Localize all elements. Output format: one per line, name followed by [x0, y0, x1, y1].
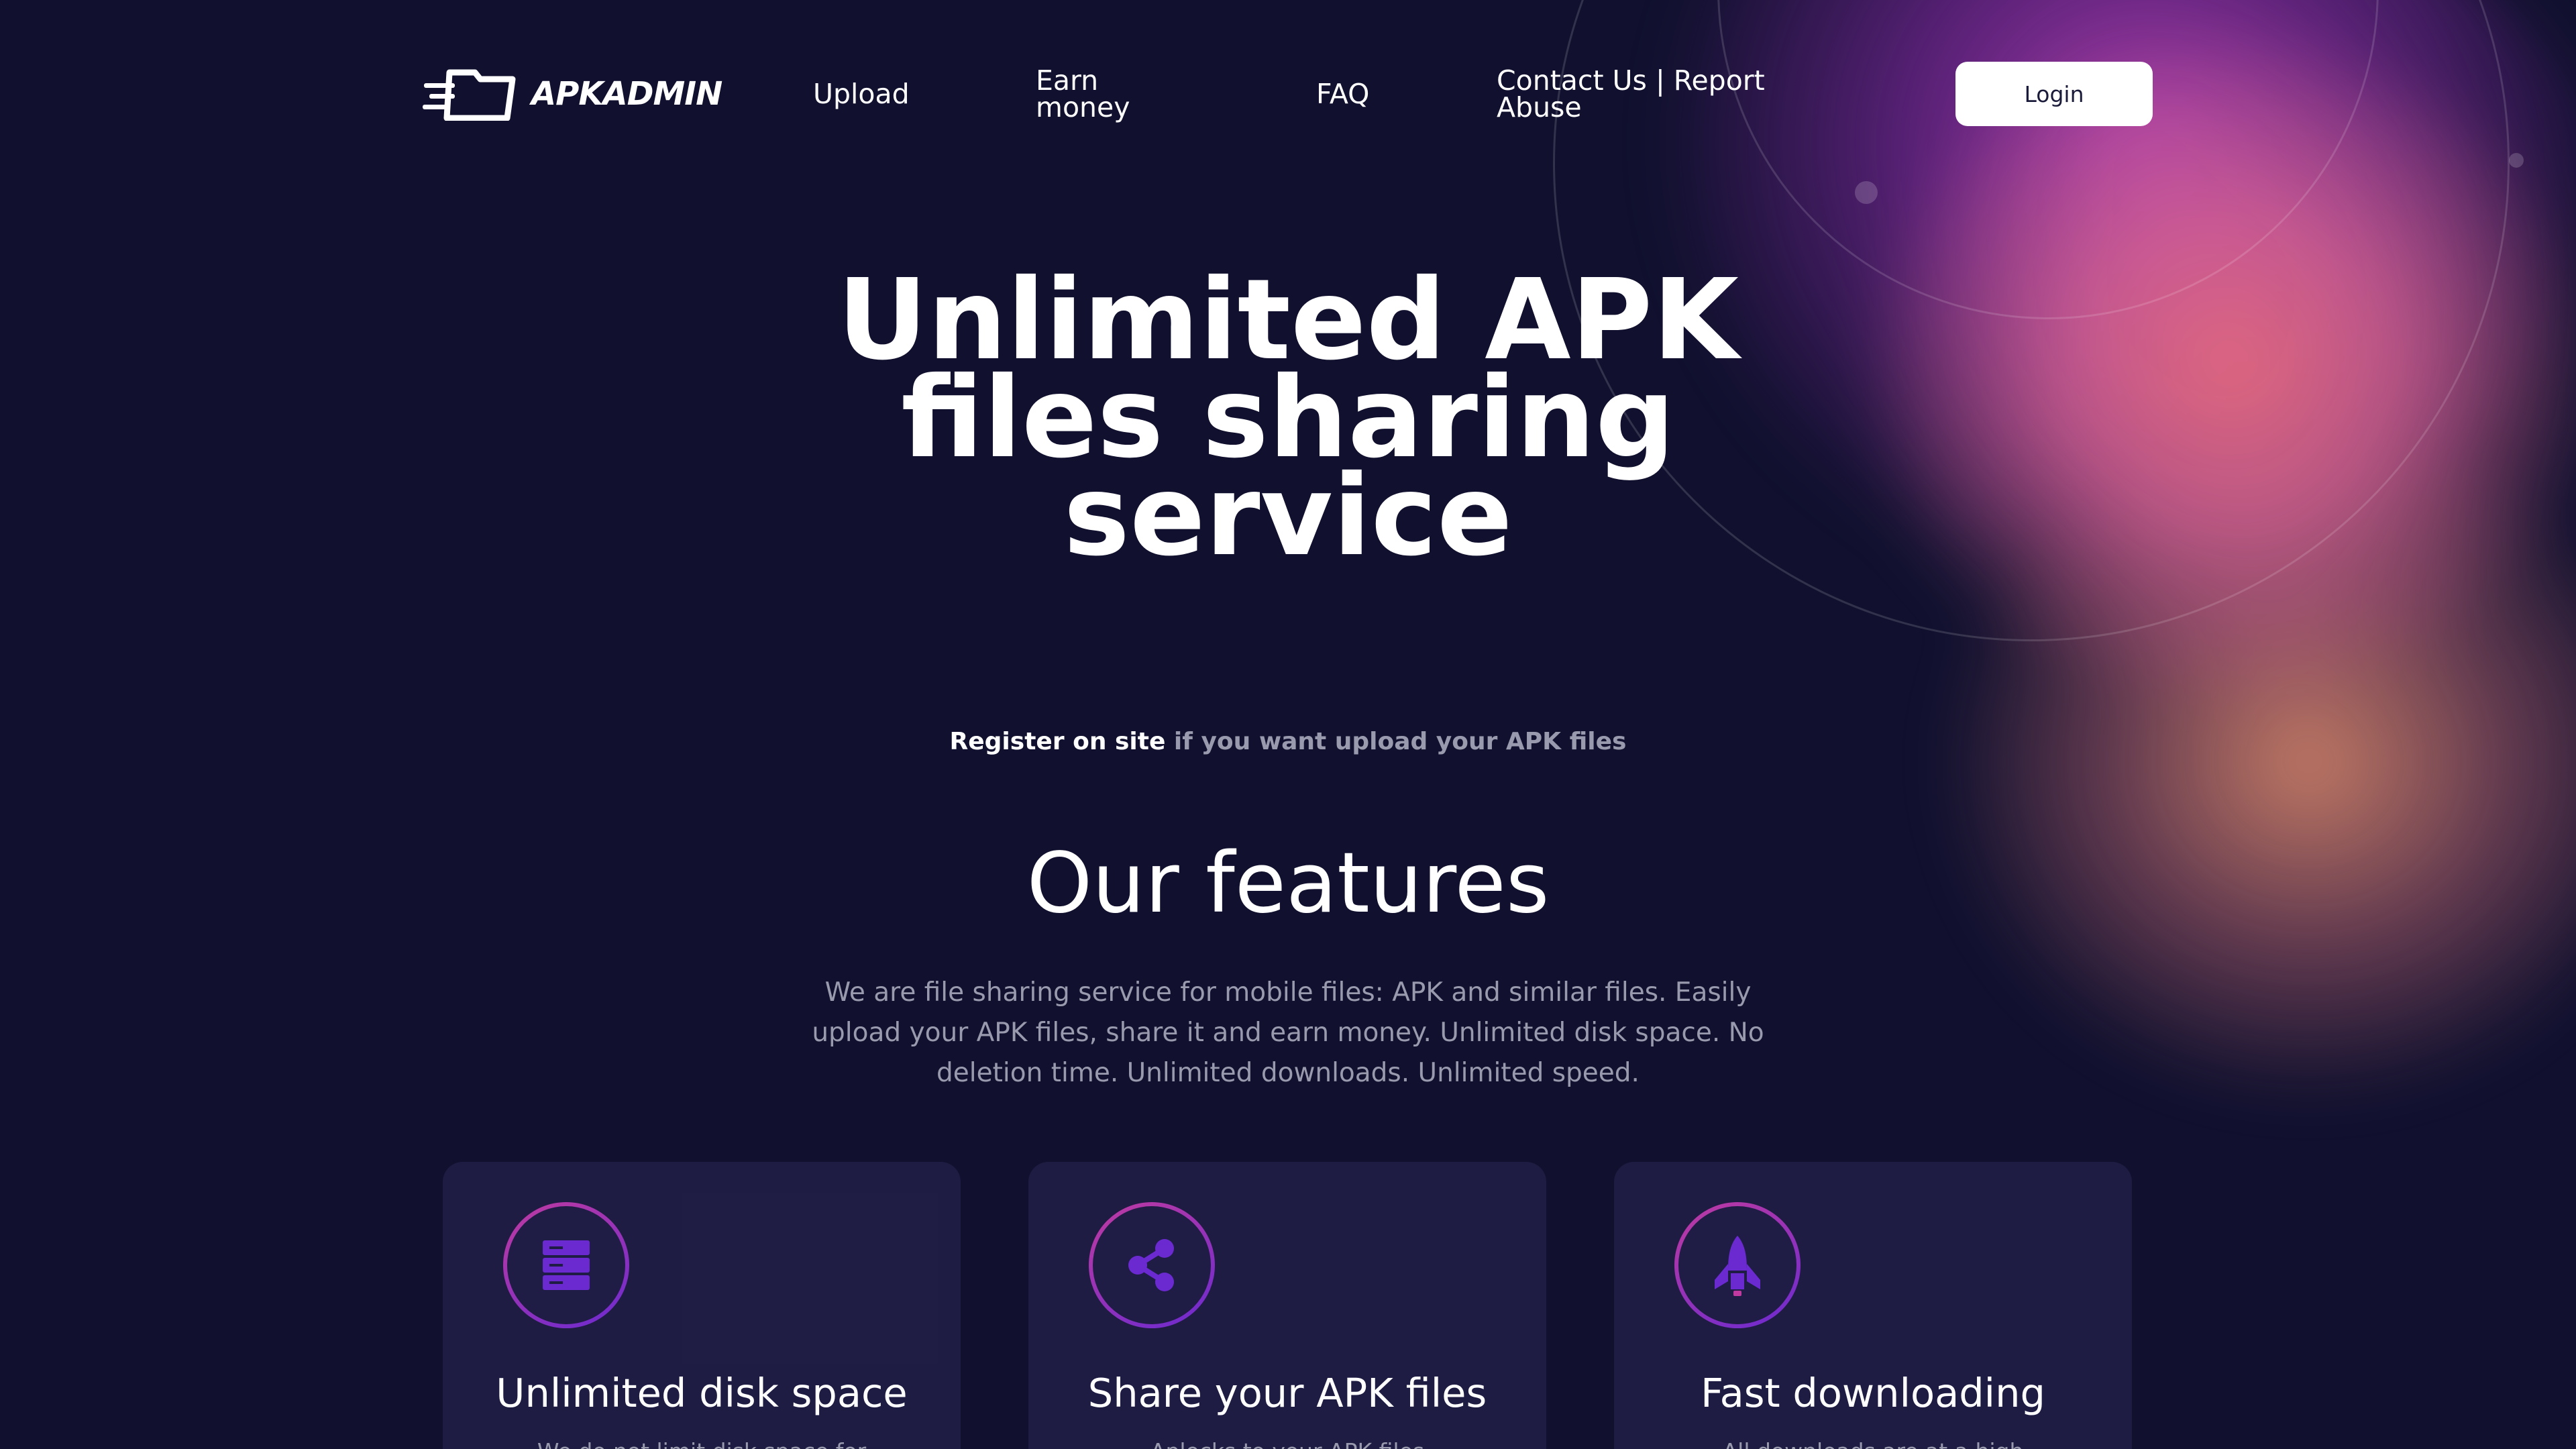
feature-card-text: Aplocks to your APK files — [1069, 1436, 1506, 1449]
feature-icon-circle — [1674, 1202, 1801, 1328]
register-link[interactable]: Register on site — [950, 728, 1166, 755]
nav-contact-link[interactable]: Contact Us | Report Abuse — [1497, 67, 1792, 121]
feature-card: Unlimited disk space We do not limit dis… — [443, 1162, 961, 1449]
feature-icon-circle — [503, 1202, 629, 1328]
features-title: Our features — [1026, 835, 1550, 932]
feature-card-title: Fast downloading — [1701, 1370, 2045, 1416]
feature-card-text: All downloads are at a high — [1654, 1436, 2092, 1449]
hero-title: Unlimited APK files sharing service — [837, 256, 1739, 581]
feature-icon-circle — [1089, 1202, 1215, 1328]
logo[interactable]: APKADMIN — [423, 67, 722, 121]
nav-earn-money-link[interactable]: Earn money — [1036, 67, 1170, 121]
page: APKADMIN Upload Earn money FAQ Contact U… — [0, 0, 2576, 1449]
feature-card-title: Share your APK files — [1087, 1370, 1487, 1416]
rocket-icon — [1715, 1236, 1760, 1296]
logo-text: APKADMIN — [531, 75, 722, 113]
feature-card-title: Unlimited disk space — [496, 1370, 908, 1416]
site-header: APKADMIN Upload Earn money FAQ Contact U… — [0, 0, 2576, 188]
feature-card: Fast downloading All downloads are at a … — [1614, 1162, 2132, 1449]
login-button[interactable]: Login — [1955, 62, 2153, 126]
register-prompt: Register on site if you want upload your… — [617, 728, 1959, 755]
server-icon — [543, 1240, 590, 1290]
feature-card-text: We do not limit disk space for — [483, 1436, 920, 1449]
share-icon — [1128, 1239, 1174, 1291]
register-text: if you want upload your APK files — [1165, 728, 1627, 755]
folder-speed-icon — [423, 69, 516, 121]
nav-faq-link[interactable]: FAQ — [1316, 80, 1369, 108]
feature-card: Share your APK files Aplocks to your APK… — [1028, 1162, 1546, 1449]
nav-upload-link[interactable]: Upload — [813, 80, 910, 108]
features-description: We are file sharing service for mobile f… — [812, 977, 1764, 1088]
